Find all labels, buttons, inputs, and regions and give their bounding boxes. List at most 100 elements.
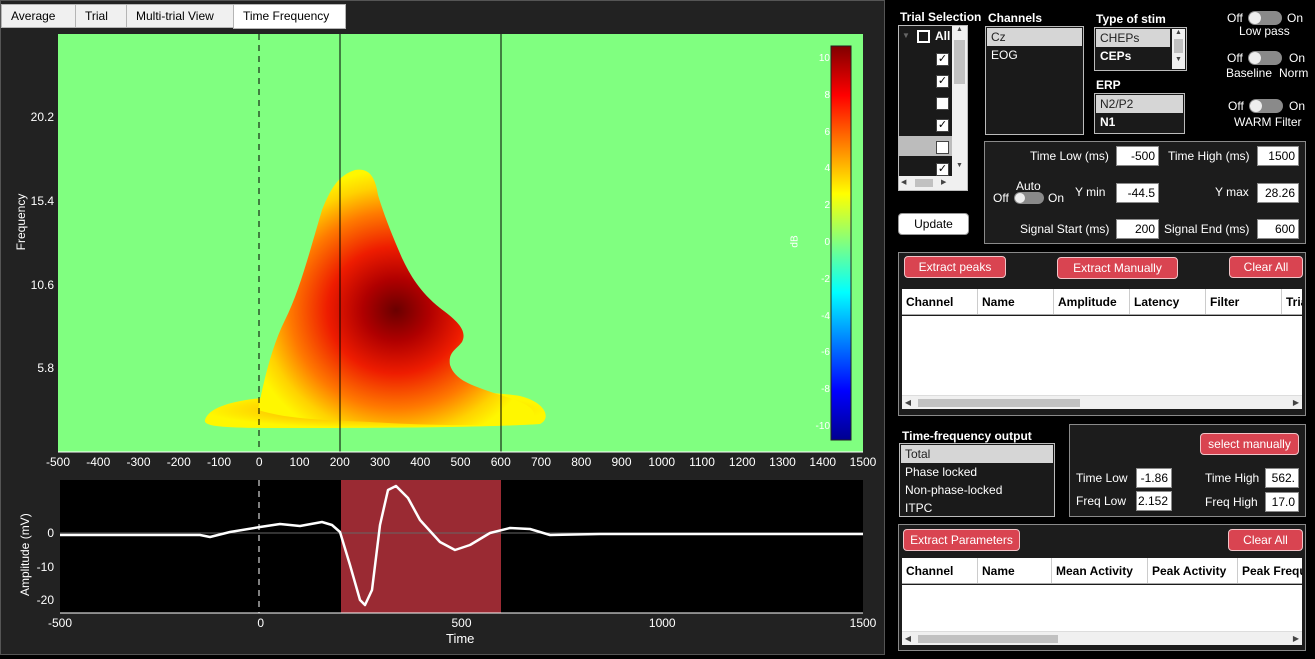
extract-peaks-button[interactable]: Extract peaks	[904, 256, 1006, 278]
erp-title: ERP	[1096, 78, 1121, 92]
erp-list[interactable]: N2/P2 N1	[1094, 93, 1185, 134]
channels-title: Channels	[988, 11, 1043, 25]
scroll-down-icon[interactable]: ▼	[952, 162, 967, 169]
colorbar-tick: 0	[824, 237, 830, 248]
auto-on-label: On	[1048, 191, 1065, 205]
warm-filter-toggle[interactable]	[1249, 99, 1283, 113]
column-header-peak-activity[interactable]: Peak Activity	[1148, 558, 1238, 583]
signal-start-input[interactable]: 200	[1116, 219, 1159, 239]
tf-x-tick: -100	[206, 455, 232, 469]
scroll-right-icon[interactable]: ▶	[941, 178, 946, 186]
scroll-thumb[interactable]	[954, 40, 965, 84]
tf-output-item-total[interactable]: Total	[901, 445, 1053, 463]
lowpass-toggle[interactable]	[1248, 11, 1282, 25]
erp-item-n2p2[interactable]: N2/P2	[1096, 95, 1183, 113]
erp-item-n1[interactable]: N1	[1096, 113, 1183, 131]
scroll-up-icon[interactable]: ▲	[952, 26, 967, 33]
colorbar-tick: 2	[824, 200, 830, 212]
tf-output-list[interactable]: Total Phase locked Non-phase-locked ITPC	[899, 443, 1055, 517]
stim-scrollbar[interactable]: ▲ ▼	[1172, 29, 1185, 69]
colorbar-ticks: 10 8 6 4 2 0 -2 -4 -6 -8 -10	[0, 0, 830, 432]
column-header-name[interactable]: Name	[978, 558, 1052, 583]
peaks-table-body[interactable]	[902, 316, 1302, 395]
parameters-table-scrollbar[interactable]: ◀ ▶	[902, 631, 1302, 645]
scroll-left-icon[interactable]: ◀	[902, 632, 914, 646]
ymax-input[interactable]: 28.26	[1257, 183, 1299, 203]
clear-all-peaks-button[interactable]: Clear All	[1229, 256, 1303, 278]
column-header-latency[interactable]: Latency	[1130, 289, 1206, 314]
warm-off-label: Off	[1228, 99, 1244, 113]
scroll-thumb[interactable]	[918, 635, 1058, 643]
tf-x-tick: 100	[289, 455, 310, 469]
time-high-input[interactable]: 1500	[1257, 146, 1299, 166]
channel-item-cz[interactable]: Cz	[987, 28, 1082, 46]
column-header-name[interactable]: Name	[978, 289, 1054, 314]
tf-time-high-input[interactable]: 562.	[1265, 468, 1299, 488]
scroll-right-icon[interactable]: ▶	[1290, 632, 1302, 646]
tf-x-tick: 600	[490, 455, 511, 469]
tf-x-tick: -500	[45, 455, 71, 469]
freq-high-label: Freq High	[1205, 495, 1258, 509]
trial-vertical-scrollbar[interactable]: ▲ ▼	[952, 26, 967, 176]
signal-window-highlight[interactable]	[341, 480, 501, 613]
clear-all-parameters-button[interactable]: Clear All	[1228, 529, 1303, 551]
scroll-left-icon[interactable]: ◀	[902, 396, 914, 410]
trial-checkbox[interactable]	[936, 141, 949, 154]
trial-checkbox[interactable]	[936, 97, 949, 110]
tf-output-item-phase-locked[interactable]: Phase locked	[901, 463, 1053, 481]
column-header-channel[interactable]: Channel	[902, 289, 978, 314]
colorbar-tick: 6	[824, 126, 830, 138]
freq-low-input[interactable]: 2.152	[1136, 491, 1172, 511]
expand-arrow-icon[interactable]: ▼	[902, 31, 910, 40]
trial-checkbox[interactable]: ✓	[936, 119, 949, 132]
erp-x-tick: 0	[257, 616, 265, 630]
auto-off-label: Off	[993, 191, 1009, 205]
stim-item-ceps[interactable]: CEPs	[1096, 47, 1170, 65]
peaks-table-scrollbar[interactable]: ◀ ▶	[902, 395, 1302, 409]
column-header-amplitude[interactable]: Amplitude	[1054, 289, 1130, 314]
signal-start-label: Signal Start (ms)	[1020, 222, 1110, 236]
parameters-table-body[interactable]	[902, 585, 1302, 631]
lowpass-label: Low pass	[1239, 24, 1290, 38]
signal-end-input[interactable]: 600	[1257, 219, 1299, 239]
freq-high-input[interactable]: 17.0	[1265, 492, 1299, 512]
all-label: All	[935, 29, 951, 43]
extract-parameters-button[interactable]: Extract Parameters	[903, 529, 1020, 551]
extract-manually-button[interactable]: Extract Manually	[1057, 257, 1178, 279]
scroll-thumb[interactable]	[918, 399, 1080, 407]
colorbar	[830, 45, 852, 441]
scroll-right-icon[interactable]: ▶	[1290, 396, 1302, 410]
ymin-input[interactable]: -44.5	[1116, 183, 1159, 203]
tf-output-item-itpc[interactable]: ITPC	[901, 499, 1053, 517]
column-header-trial[interactable]: Trial	[1282, 289, 1302, 314]
column-header-channel[interactable]: Channel	[902, 558, 978, 583]
tf-output-item-non-phase-locked[interactable]: Non-phase-locked	[901, 481, 1053, 499]
channel-item-eog[interactable]: EOG	[987, 46, 1082, 64]
auto-toggle[interactable]	[1014, 192, 1044, 204]
time-low-input[interactable]: -500	[1116, 146, 1159, 166]
all-checkbox[interactable]	[917, 30, 930, 43]
h-scroll-thumb[interactable]	[915, 179, 933, 187]
type-of-stim-list[interactable]: CHEPs CEPs ▲ ▼	[1094, 27, 1187, 71]
erp-x-tick: 1000	[648, 616, 676, 630]
column-header-mean-activity[interactable]: Mean Activity	[1052, 558, 1148, 583]
tf-output-title: Time-frequency output	[902, 429, 1032, 443]
trial-checkbox[interactable]: ✓	[936, 163, 949, 176]
trial-checkbox[interactable]: ✓	[936, 53, 949, 66]
trial-horizontal-scrollbar[interactable]: ◀ ▶	[899, 176, 967, 190]
tf-time-low-input[interactable]: -1.86	[1136, 468, 1172, 488]
scroll-left-icon[interactable]: ◀	[901, 178, 906, 186]
scroll-down-icon[interactable]: ▼	[1172, 56, 1185, 63]
trial-checkbox[interactable]: ✓	[936, 75, 949, 88]
update-button[interactable]: Update	[898, 213, 969, 235]
stim-item-cheps[interactable]: CHEPs	[1096, 29, 1170, 47]
baseline-norm-toggle[interactable]	[1248, 51, 1282, 65]
channels-list[interactable]: Cz EOG	[985, 26, 1084, 135]
column-header-peak-frequency[interactable]: Peak Frequency	[1238, 558, 1302, 583]
column-header-filter[interactable]: Filter	[1206, 289, 1282, 314]
scroll-up-icon[interactable]: ▲	[1172, 29, 1185, 36]
select-manually-button[interactable]: select manually	[1200, 433, 1299, 455]
scroll-thumb[interactable]	[1174, 39, 1183, 53]
trial-selection-tree[interactable]: ▼ All ▲ ▼ ◀ ▶ ✓ ✓ ✓ ✓	[898, 25, 968, 191]
baseline-off-label: Off	[1227, 51, 1243, 65]
